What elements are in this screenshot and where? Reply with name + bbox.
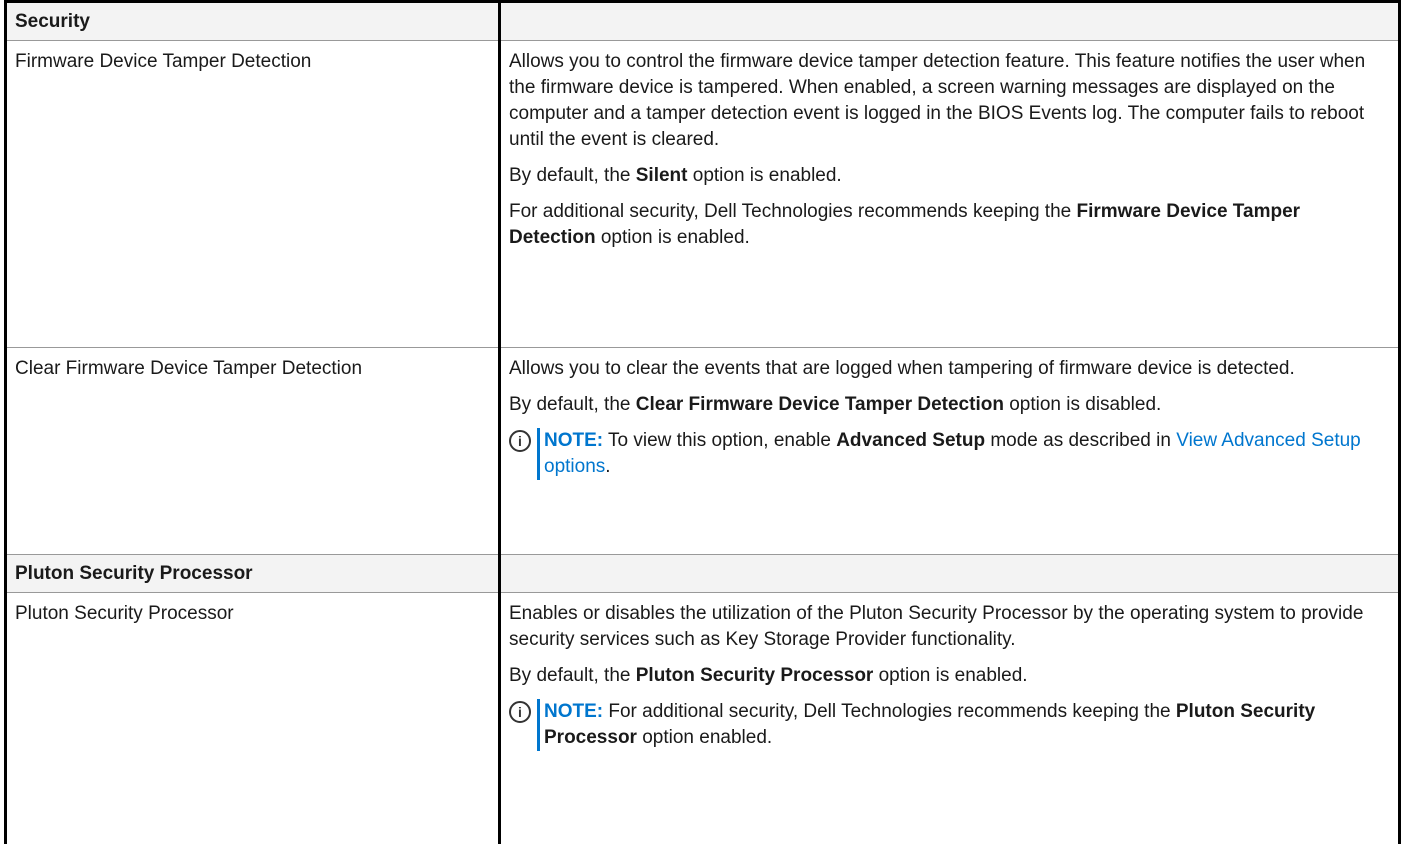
note-body: NOTE: To view this option, enable Advanc… — [537, 428, 1388, 480]
text: option enabled. — [637, 727, 772, 748]
option-name: Clear Firmware Device Tamper Detection — [6, 348, 500, 555]
recommendation-paragraph: For additional security, Dell Technologi… — [509, 199, 1388, 251]
text: mode as described in — [985, 430, 1176, 451]
description-paragraph: Enables or disables the utilization of t… — [509, 601, 1388, 653]
note-body: NOTE: For additional security, Dell Tech… — [537, 699, 1388, 751]
section-title: Pluton Security Processor — [6, 555, 500, 593]
text: By default, the — [509, 165, 636, 186]
option-value: Silent — [636, 165, 688, 186]
default-paragraph: By default, the Pluton Security Processo… — [509, 663, 1388, 689]
option-name-bold: Pluton Security Processor — [636, 665, 874, 686]
section-header-security: Security — [6, 2, 1400, 41]
note-block: i NOTE: For additional security, Dell Te… — [509, 699, 1388, 751]
section-title: Security — [6, 2, 500, 41]
default-paragraph: By default, the Silent option is enabled… — [509, 163, 1388, 189]
option-name: Firmware Device Tamper Detection — [6, 41, 500, 348]
section-empty-cell — [500, 555, 1400, 593]
option-description: Allows you to clear the events that are … — [500, 348, 1400, 555]
option-name: Pluton Security Processor — [6, 593, 500, 844]
info-icon: i — [509, 701, 531, 723]
table-row: Pluton Security Processor Enables or dis… — [6, 593, 1400, 844]
text: option is enabled. — [596, 227, 750, 248]
description-paragraph: Allows you to clear the events that are … — [509, 356, 1388, 382]
table-row: Clear Firmware Device Tamper Detection A… — [6, 348, 1400, 555]
option-name-bold: Clear Firmware Device Tamper Detection — [636, 394, 1004, 415]
bios-settings-table: Security Firmware Device Tamper Detectio… — [4, 0, 1401, 844]
option-description: Allows you to control the firmware devic… — [500, 41, 1400, 348]
table-row: Firmware Device Tamper Detection Allows … — [6, 41, 1400, 348]
text: . — [605, 456, 610, 477]
section-empty-cell — [500, 2, 1400, 41]
text: For additional security, Dell Technologi… — [509, 201, 1077, 222]
note-block: i NOTE: To view this option, enable Adva… — [509, 428, 1388, 480]
text: For additional security, Dell Technologi… — [603, 701, 1176, 722]
note-label: NOTE: — [544, 430, 603, 451]
text: option is enabled. — [873, 665, 1027, 686]
option-description: Enables or disables the utilization of t… — [500, 593, 1400, 844]
note-label: NOTE: — [544, 701, 603, 722]
text: To view this option, enable — [603, 430, 836, 451]
text: option is enabled. — [687, 165, 841, 186]
text: option is disabled. — [1004, 394, 1161, 415]
info-icon: i — [509, 430, 531, 452]
mode-name-bold: Advanced Setup — [836, 430, 985, 451]
description-paragraph: Allows you to control the firmware devic… — [509, 49, 1388, 153]
section-header-pluton: Pluton Security Processor — [6, 555, 1400, 593]
text: By default, the — [509, 394, 636, 415]
default-paragraph: By default, the Clear Firmware Device Ta… — [509, 392, 1388, 418]
text: By default, the — [509, 665, 636, 686]
